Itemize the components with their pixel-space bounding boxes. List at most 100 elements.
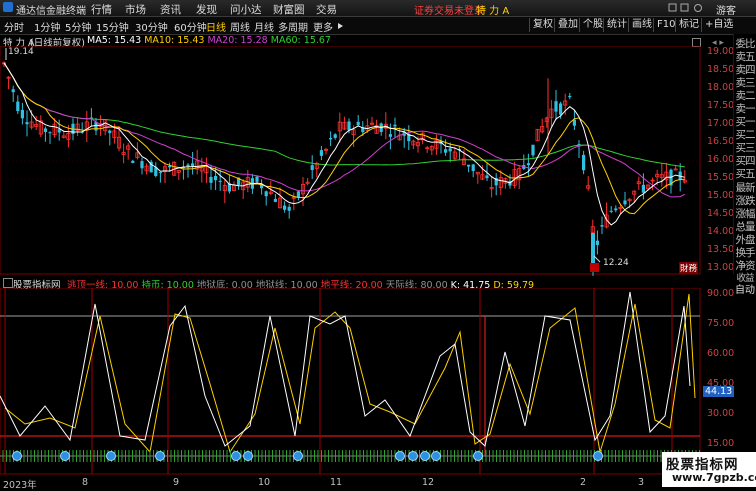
candle-body	[168, 165, 172, 168]
ma20-name: MA20	[207, 35, 235, 46]
indicator-axis: 90.00 75.00 60.00 45.00 30.00 15.00 44.1…	[703, 288, 735, 478]
candle-body	[11, 89, 15, 93]
auto-button[interactable]: 自动	[735, 281, 755, 296]
menu-caifuquan[interactable]: 财富圈	[273, 2, 305, 17]
candle-body	[393, 124, 397, 127]
candle-body	[283, 205, 287, 210]
k-line	[0, 291, 691, 447]
watermark-title: 股票指标网	[666, 457, 739, 473]
login-warning[interactable]: 证券交易未登录	[414, 2, 484, 17]
candle-body	[444, 149, 448, 153]
candle-body	[287, 206, 291, 211]
menu-jiaoyi[interactable]: 交易	[316, 2, 337, 17]
candle-body	[140, 161, 144, 169]
price-tick: 16.00	[707, 154, 735, 165]
candle-body	[559, 103, 563, 115]
candle-body	[471, 164, 475, 171]
price-tick: 19.00	[707, 46, 735, 57]
window-controls-icon[interactable]	[668, 3, 712, 13]
ma60-line	[3, 62, 685, 168]
price-tick: 17.00	[707, 118, 735, 129]
menu-zixun[interactable]: 资讯	[160, 2, 181, 17]
ind-tick: 75.00	[707, 318, 735, 329]
more-arrow-icon[interactable]	[338, 23, 343, 29]
btn-zixuan[interactable]: +自选	[701, 18, 736, 32]
ind-tick: 30.00	[707, 408, 735, 419]
ma60-value: 15.67	[303, 35, 331, 46]
candle-body	[572, 119, 576, 126]
buy-signal-icon	[473, 451, 483, 461]
candle-body	[448, 148, 452, 152]
menu-hangqing[interactable]: 行情	[91, 2, 112, 17]
price-tick: 18.00	[707, 82, 735, 93]
candle-body	[16, 101, 20, 112]
menu-faxian[interactable]: 发现	[196, 2, 217, 17]
candle-body	[191, 163, 195, 167]
candle-body	[531, 144, 535, 156]
title-stock-name: 特 力 A	[476, 6, 510, 17]
buy-signal-icon	[593, 451, 603, 461]
ma10-value: 15.43	[177, 35, 205, 46]
period-monthly[interactable]: 月线	[254, 19, 274, 34]
buy-signal-icon	[431, 451, 441, 461]
btn-huaxian[interactable]: 画线	[628, 18, 655, 32]
candle-body	[131, 160, 135, 163]
ma60-name: MA60	[270, 35, 298, 46]
candle-body	[108, 130, 112, 133]
menu-shichang[interactable]: 市场	[125, 2, 146, 17]
menu-wenxiaoda[interactable]: 问小达	[230, 2, 262, 17]
buy-signal-icon	[243, 451, 253, 461]
period-weekly[interactable]: 周线	[230, 19, 250, 34]
candle-body	[623, 200, 627, 205]
candle-body	[57, 129, 61, 133]
ma20-value: 15.28	[240, 35, 268, 46]
sidebar-buy5[interactable]: 买五	[734, 166, 756, 181]
period-daily[interactable]: 日线	[206, 19, 226, 34]
window-icons[interactable]	[668, 3, 712, 16]
period-more[interactable]: 更多	[313, 19, 333, 34]
candle-body	[186, 164, 190, 167]
period-multi[interactable]: 多周期	[278, 19, 308, 34]
price-tick: 13.50	[707, 244, 735, 255]
period-fenshi[interactable]: 分时	[4, 19, 24, 34]
price-chart[interactable]	[0, 46, 702, 276]
candle-body	[43, 128, 47, 132]
indicator-toggle-icon[interactable]	[3, 278, 13, 288]
ma10-name: MA10	[144, 35, 172, 46]
period-30min[interactable]: 30分钟	[135, 19, 168, 34]
candle-body	[329, 137, 333, 140]
period-1min[interactable]: 1分钟	[34, 19, 60, 34]
candle-body	[582, 154, 586, 171]
price-axis: 19.00 18.50 18.00 17.50 17.00 16.50 16.0…	[703, 46, 735, 276]
buy-signal-icon	[231, 451, 241, 461]
candle-body	[214, 175, 218, 181]
period-toolbar: 分时 1分钟 5分钟 15分钟 30分钟 60分钟 日线 周线 月线 多周期 更…	[0, 17, 756, 35]
ma10-line	[3, 62, 685, 215]
candle-body	[347, 121, 351, 131]
btn-fuquan[interactable]: 复权	[529, 18, 556, 32]
candle-body	[485, 175, 489, 179]
buy-signal-icon	[155, 451, 165, 461]
candle-body	[273, 198, 277, 202]
app-name: 通达信金融终端	[16, 6, 86, 17]
date-label: 11	[330, 477, 343, 488]
period-5min[interactable]: 5分钟	[65, 19, 91, 34]
ma-legend: MA5: 15.43 MA10: 15.43 MA20: 15.28 MA60:…	[87, 35, 331, 46]
candle-body	[48, 132, 52, 134]
current-value-label: 44.13	[703, 386, 735, 397]
btn-diejia[interactable]: 叠加	[554, 18, 581, 32]
finance-flag[interactable]: 財務	[679, 262, 699, 274]
period-15min[interactable]: 15分钟	[96, 19, 129, 34]
btn-gegu[interactable]: 个股	[579, 18, 606, 32]
period-60min[interactable]: 60分钟	[174, 19, 207, 34]
event-flag-icon[interactable]	[590, 263, 599, 272]
indicator-chart[interactable]	[0, 288, 702, 476]
date-label: 3	[638, 477, 645, 488]
guest-login[interactable]: 游客	[716, 2, 736, 17]
btn-tongji[interactable]: 统计	[603, 18, 630, 32]
btn-biaoji[interactable]: 标记	[675, 18, 702, 32]
price-tick: 15.00	[707, 190, 735, 201]
buy-signal-icon	[395, 451, 405, 461]
buy-signal-icon	[420, 451, 430, 461]
buy-signal-icon	[408, 451, 418, 461]
